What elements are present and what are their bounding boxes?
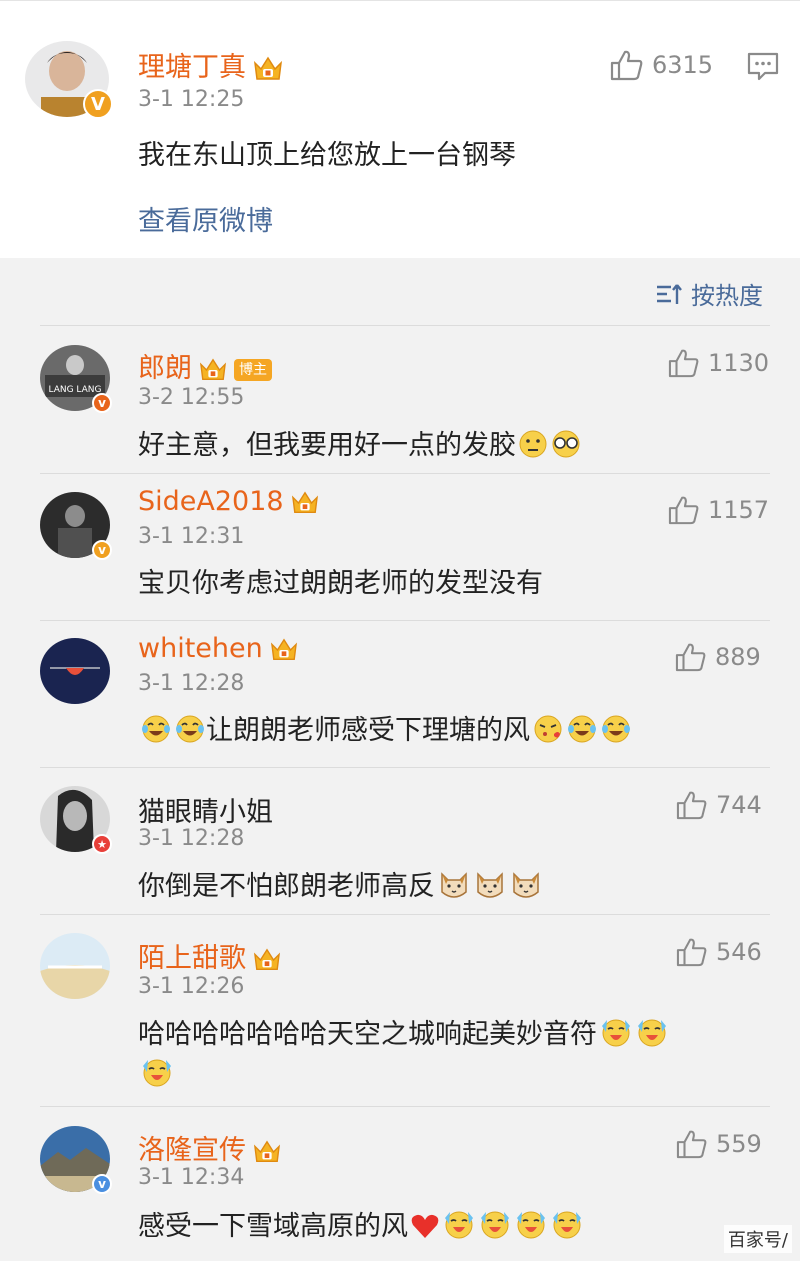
weibo-comments-page: V 理塘丁真 3-1 12:25 我在东山顶上给您放上一台钢琴 查看原微博 63… [0, 0, 800, 1261]
red-heart-icon [411, 1214, 439, 1238]
comment-text: 感受一下雪域高原的风 [138, 1204, 584, 1243]
original-post: V 理塘丁真 3-1 12:25 我在东山顶上给您放上一台钢琴 查看原微博 63… [0, 0, 800, 258]
crying-emoji-icon [553, 1211, 581, 1239]
crown-icon [253, 1139, 281, 1162]
cat-emoji-icon [513, 872, 539, 898]
comment-like-button[interactable]: 1157 [668, 495, 769, 525]
crying-emoji-icon [638, 1019, 666, 1047]
comment-time: 3-2 12:55 [138, 385, 245, 410]
divider [40, 325, 770, 326]
post-time: 3-1 12:25 [138, 87, 245, 112]
comment-author-name[interactable]: SideA2018 [138, 486, 320, 517]
laughing-tears-emoji-icon [142, 715, 170, 743]
comment-author-name[interactable]: 洛隆宣传 [138, 1128, 282, 1167]
thumbs-up-icon [676, 791, 707, 820]
crown-icon [253, 56, 283, 80]
comment-like-button[interactable]: 546 [676, 937, 762, 967]
post-like-button[interactable]: 6315 [610, 49, 713, 81]
comment-like-button[interactable]: 744 [676, 790, 762, 820]
comment-time: 3-1 12:28 [138, 826, 245, 851]
sort-by-hot-button[interactable]: 按热度 [655, 276, 763, 311]
blogger-tag: 博主 [234, 358, 272, 381]
comment-like-count: 744 [716, 791, 762, 819]
thumbs-up-icon [668, 349, 699, 378]
divider [40, 1106, 770, 1107]
glasses-emoji-icon [552, 430, 580, 458]
crying-emoji-icon [143, 1059, 171, 1087]
post-author-avatar[interactable]: V [25, 41, 113, 121]
sort-label: 按热度 [691, 282, 763, 310]
crying-emoji-icon [602, 1019, 630, 1047]
crown-icon [291, 490, 318, 513]
verified-badge-icon: v [92, 540, 112, 560]
comment-author-name[interactable]: whitehen [138, 633, 299, 664]
comment-author-name[interactable]: 郎朗 博主 [138, 346, 272, 385]
view-original-link[interactable]: 查看原微博 [138, 199, 273, 238]
verified-badge-icon: v [92, 393, 112, 413]
post-author-name[interactable]: 理塘丁真 [138, 45, 284, 84]
crown-icon [253, 947, 281, 970]
comment-like-count: 889 [715, 643, 761, 671]
comment-like-count: 559 [716, 1130, 762, 1158]
svg-text:LANG LANG: LANG LANG [48, 385, 101, 395]
verified-badge-icon: v [92, 1174, 112, 1194]
comment-like-button[interactable]: 1130 [668, 348, 769, 378]
crying-emoji-icon [517, 1211, 545, 1239]
thumbs-up-icon [676, 1130, 707, 1159]
watermark: 百家号/ [723, 1225, 792, 1253]
comment-author-name[interactable]: 陌上甜歌 [138, 936, 282, 975]
comment-like-count: 1157 [708, 496, 770, 524]
crying-emoji-icon [481, 1211, 509, 1239]
comment-author-name[interactable]: 猫眼睛小姐 [138, 790, 273, 829]
comment-avatar[interactable]: v [40, 1126, 112, 1194]
comment-text: 宝贝你考虑过朗朗老师的发型没有 [138, 568, 543, 599]
kiss-emoji-icon [534, 715, 562, 743]
divider [40, 914, 770, 915]
comment-text: 哈哈哈哈哈哈哈天空之城响起美妙音符 [138, 1012, 669, 1051]
cat-emoji-icon [441, 872, 467, 898]
comment-icon[interactable] [747, 52, 779, 82]
laughing-tears-emoji-icon [568, 715, 596, 743]
thumbs-up-icon [610, 50, 643, 81]
comment-time: 3-1 12:28 [138, 671, 245, 696]
post-content: 我在东山顶上给您放上一台钢琴 [138, 140, 516, 171]
comment-like-button[interactable]: 559 [676, 1129, 762, 1159]
verified-badge-icon: V [83, 89, 113, 119]
comment-avatar[interactable] [40, 638, 110, 704]
comment-avatar[interactable]: ★ [40, 786, 112, 854]
comment-text: 好主意，但我要用好一点的发胶 [138, 423, 582, 462]
comment-text: 让朗朗老师感受下理塘的风 [138, 708, 632, 747]
comment-time: 3-1 12:26 [138, 974, 245, 999]
comment-avatar[interactable]: v [40, 492, 112, 560]
comment-text-wrap [138, 1058, 174, 1088]
comment-time: 3-1 12:31 [138, 524, 245, 549]
comment-like-count: 546 [716, 938, 762, 966]
cat-emoji-icon [477, 872, 503, 898]
divider [40, 473, 770, 474]
comment-like-button[interactable]: 889 [675, 642, 761, 672]
crying-emoji-icon [445, 1211, 473, 1239]
crown-icon [270, 637, 297, 660]
star-badge-icon: ★ [92, 834, 112, 854]
comment-text: 你倒是不怕郎朗老师高反 [138, 864, 543, 903]
thinking-emoji-icon [519, 430, 547, 458]
thumbs-up-icon [675, 643, 706, 672]
comment-like-count: 1130 [708, 349, 770, 377]
comment-avatar[interactable]: LANG LANG v [40, 345, 112, 413]
thumbs-up-icon [676, 938, 707, 967]
divider [40, 767, 770, 768]
sort-icon [657, 283, 682, 304]
comment-avatar[interactable] [40, 933, 110, 999]
divider [40, 620, 770, 621]
crown-icon [199, 357, 227, 380]
laughing-tears-emoji-icon [176, 715, 204, 743]
laughing-tears-emoji-icon [602, 715, 630, 743]
thumbs-up-icon [668, 496, 699, 525]
comment-time: 3-1 12:34 [138, 1165, 245, 1190]
post-like-count: 6315 [652, 51, 714, 79]
